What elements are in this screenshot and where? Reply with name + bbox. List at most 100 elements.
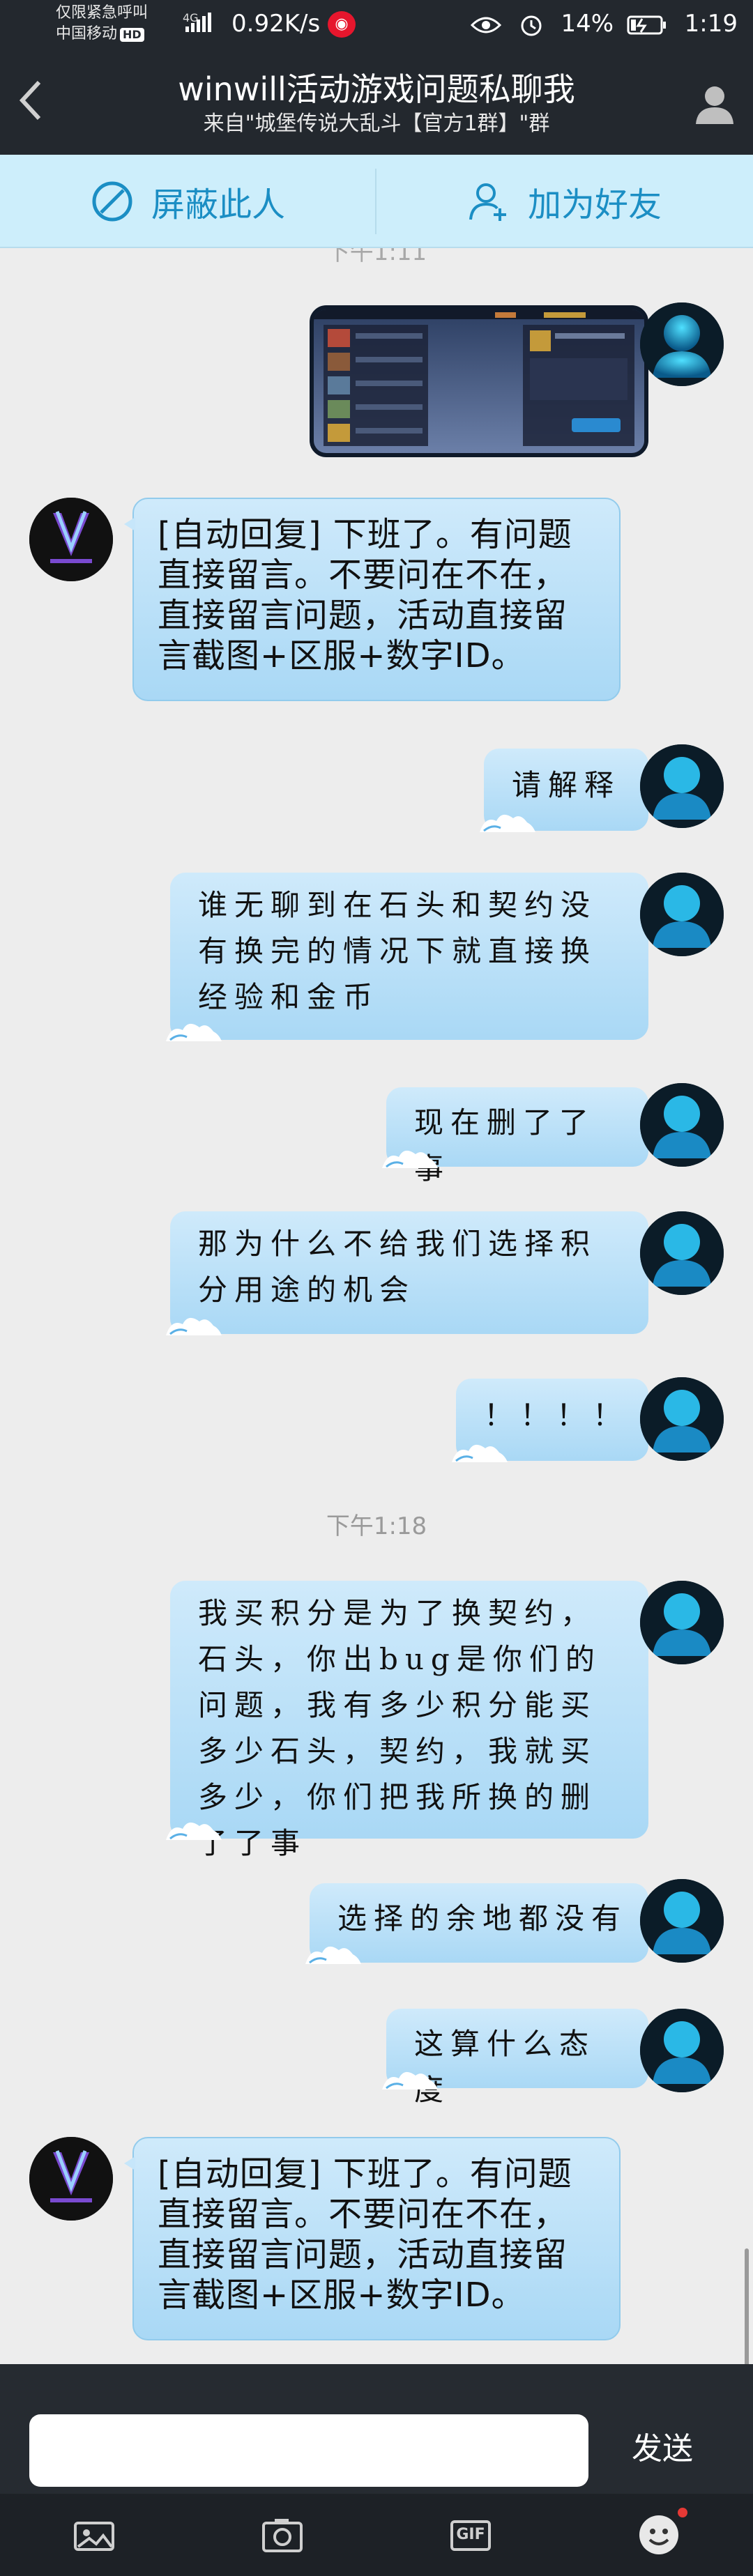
v-logo-avatar-icon: [29, 2137, 113, 2221]
penguin-avatar-icon: [640, 1377, 724, 1461]
status-left: 仅限紧急呼叫 中国移动 HD: [56, 3, 148, 45]
chat-subtitle: 来自"城堡传说大乱斗【官方1群】"群: [203, 112, 550, 136]
chat-title: winwill活动游戏问题私聊我: [178, 70, 575, 108]
notification-dot: [678, 2508, 687, 2517]
my-avatar[interactable]: [640, 2009, 724, 2092]
message-text: 这算什么态度: [414, 2027, 596, 2107]
profile-icon[interactable]: [692, 81, 738, 127]
smiley-icon: [639, 2515, 678, 2554]
my-avatar[interactable]: [640, 302, 724, 386]
penguin-avatar-icon: [640, 302, 724, 386]
message-bubble[interactable]: 谁无聊到在石头和契约没有换完的情况下就直接换经验和金币: [166, 873, 658, 1041]
message-bubble[interactable]: 那为什么不给我们选择积分用途的机会: [166, 1211, 658, 1335]
add-friend-icon: [469, 183, 506, 221]
message-row-10: [自动回复] 下班了。有问题直接留言。不要问在不在，直接留言问题，活动直接留言截…: [0, 2137, 753, 2346]
wave-decoration-icon: [166, 1023, 222, 1041]
add-friend-label: 加为好友: [527, 185, 662, 224]
eye-icon: [470, 17, 501, 33]
message-row-5: 那为什么不给我们选择积分用途的机会: [0, 1211, 753, 1337]
v-logo-avatar-icon: [29, 498, 113, 581]
carrier-name: 中国移动: [56, 25, 118, 43]
message-row-7: 我买积分是为了换契约，石头，你出bug是你们的问题，我有多少积分能买多少石头，契…: [0, 1581, 753, 1860]
penguin-avatar-icon: [640, 1083, 724, 1167]
my-avatar[interactable]: [640, 1377, 724, 1461]
my-avatar[interactable]: [640, 1211, 724, 1295]
message-row-6: ！！！！: [0, 1377, 753, 1468]
back-arrow-icon[interactable]: [14, 72, 46, 128]
block-user-label: 屏蔽此人: [151, 185, 285, 224]
message-list[interactable]: 下午1:11 [自动回复] 下班了。有问题直接留言。不要问在不在，直接留言问题，…: [0, 248, 753, 2364]
message-text: 现在删了了事: [414, 1105, 596, 1186]
message-row-3: 谁无聊到在石头和契约没有换完的情况下就直接换经验和金币: [0, 873, 753, 1047]
send-button[interactable]: 发送: [614, 2428, 711, 2470]
message-text: 那为什么不给我们选择积分用途的机会: [198, 1227, 598, 1307]
my-avatar[interactable]: [640, 1581, 724, 1664]
wave-decoration-icon: [452, 1444, 508, 1462]
message-text: 选择的余地都没有: [337, 1901, 628, 1935]
block-icon: [92, 181, 132, 222]
add-friend-button[interactable]: 加为好友: [376, 155, 753, 248]
network-speed: 0.92K/s: [231, 10, 321, 38]
my-avatar[interactable]: [640, 873, 724, 956]
penguin-avatar-icon: [640, 1581, 724, 1664]
message-text: 谁无聊到在石头和契约没有换完的情况下就直接换经验和金币: [198, 888, 598, 1014]
penguin-avatar-icon: [640, 744, 724, 828]
camera-icon[interactable]: [258, 2510, 307, 2559]
battery-icon: [627, 15, 666, 34]
my-avatar[interactable]: [640, 744, 724, 828]
my-avatar[interactable]: [640, 1879, 724, 1963]
wave-decoration-icon: [382, 1150, 438, 1168]
game-screenshot-thumbnail: [314, 309, 644, 453]
scrollbar[interactable]: [745, 2248, 749, 2364]
penguin-avatar-icon: [640, 1211, 724, 1295]
contact-avatar[interactable]: [29, 2137, 113, 2221]
clock: 1:19: [684, 10, 738, 38]
input-bar: 发送: [0, 2364, 753, 2494]
bottom-toolbar: GIF: [0, 2494, 753, 2576]
message-bubble[interactable]: 请解释: [480, 749, 658, 832]
status-right: 14% 1:19: [470, 10, 738, 38]
emergency-call-text: 仅限紧急呼叫: [56, 4, 149, 22]
penguin-avatar-icon: [640, 873, 724, 956]
status-bar: 仅限紧急呼叫 中国移动 HD 4G 0.92K/s ◉ 14% 1:19: [0, 0, 753, 52]
message-text: ！！！！: [484, 1398, 630, 1432]
alarm-icon: [521, 15, 542, 36]
message-input[interactable]: [29, 2414, 588, 2487]
message-bubble[interactable]: 我买积分是为了换契约，石头，你出bug是你们的问题，我有多少积分能买多少石头，契…: [166, 1581, 658, 1860]
message-row-2: 请解释: [0, 744, 753, 842]
gif-button[interactable]: GIF: [446, 2510, 495, 2559]
battery-percent: 14%: [561, 10, 614, 38]
message-bubble[interactable]: ！！！！: [452, 1379, 658, 1462]
hd-badge: HD: [120, 28, 144, 42]
message-row-image: [0, 302, 753, 457]
contact-avatar[interactable]: [29, 498, 113, 581]
emoji-button[interactable]: [634, 2508, 687, 2559]
message-bubble[interactable]: [自动回复] 下班了。有问题直接留言。不要问在不在，直接留言问题，活动直接留言截…: [124, 2137, 621, 2340]
penguin-avatar-icon: [640, 2009, 724, 2092]
image-message[interactable]: [310, 305, 648, 457]
timestamp-partial: 下午1:11: [326, 248, 427, 266]
message-bubble[interactable]: [自动回复] 下班了。有问题直接留言。不要问在不在，直接留言问题，活动直接留言截…: [124, 498, 621, 701]
wave-decoration-icon: [382, 2071, 438, 2090]
chat-header: winwill活动游戏问题私聊我 来自"城堡传说大乱斗【官方1群】"群: [0, 52, 753, 155]
chat-screen: 仅限紧急呼叫 中国移动 HD 4G 0.92K/s ◉ 14% 1:19 winw…: [0, 0, 753, 2576]
message-bubble[interactable]: 现在删了了事: [382, 1087, 658, 1186]
wave-decoration-icon: [166, 1822, 222, 1840]
block-user-button[interactable]: 屏蔽此人: [0, 155, 376, 248]
message-bubble[interactable]: 这算什么态度: [382, 2009, 658, 2107]
message-row-9: 这算什么态度: [0, 2009, 753, 2107]
signal-icon: [185, 13, 211, 32]
weibo-notification-icon: ◉: [328, 11, 356, 38]
photo-album-icon[interactable]: [70, 2510, 119, 2559]
wave-decoration-icon: [480, 814, 535, 832]
message-row-1: [自动回复] 下班了。有问题直接留言。不要问在不在，直接留言问题，活动直接留言截…: [0, 498, 753, 707]
message-text: 我买积分是为了换契约，石头，你出bug是你们的问题，我有多少积分能买多少石头，契…: [198, 1596, 602, 1860]
message-row-4: 现在删了了事: [0, 1083, 753, 1186]
my-avatar[interactable]: [640, 1083, 724, 1167]
action-bar: 屏蔽此人 加为好友: [0, 155, 753, 248]
gif-label: GIF: [456, 2526, 485, 2543]
message-row-8: 选择的余地都没有: [0, 1879, 753, 1970]
message-bubble[interactable]: 选择的余地都没有: [305, 1883, 658, 1964]
wave-decoration-icon: [305, 1946, 361, 1964]
timestamp: 下午1:18: [326, 1512, 427, 1540]
